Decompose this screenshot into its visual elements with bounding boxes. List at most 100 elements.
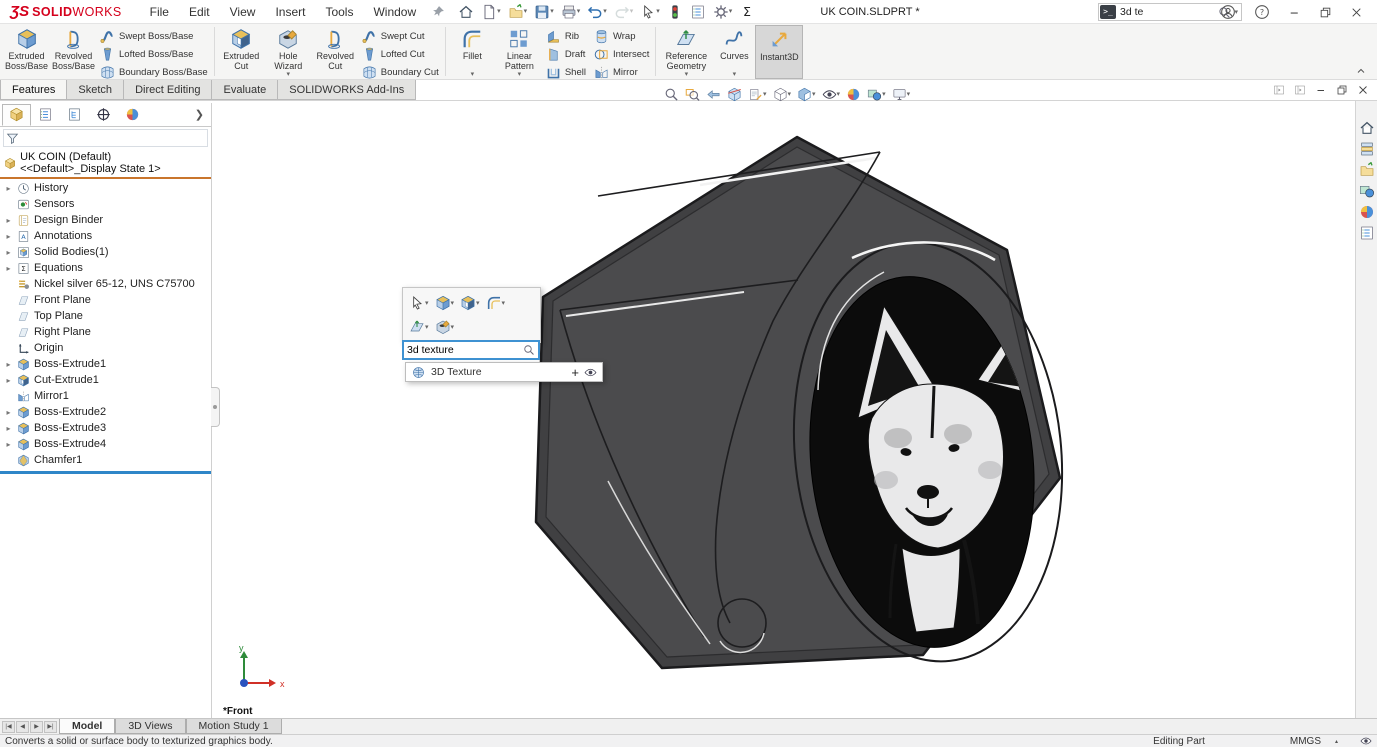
edit-appearance-icon[interactable] <box>845 86 862 103</box>
shortcut-search-input[interactable] <box>404 344 523 356</box>
menu-edit[interactable]: Edit <box>179 1 220 23</box>
view-orientation-icon[interactable]: ▾ <box>772 86 793 103</box>
displaymanager-tab[interactable] <box>118 104 147 126</box>
tab-evaluate[interactable]: Evaluate <box>211 80 277 100</box>
minimize-doc-icon[interactable] <box>1315 84 1327 96</box>
tree-item-equations[interactable]: ▸Equations <box>0 260 211 276</box>
print-button[interactable]: ▾ <box>558 2 584 22</box>
prev-tab-icon[interactable]: ◀ <box>16 721 29 733</box>
home-button[interactable] <box>455 2 477 22</box>
tree-item-cut-extrude1[interactable]: ▸Cut-Extrude1 <box>0 372 211 388</box>
shell-button[interactable]: Shell <box>543 65 589 80</box>
appearances-scenes-icon[interactable] <box>1357 203 1377 221</box>
tree-item-mirror1[interactable]: Mirror1 <box>0 388 211 404</box>
intersect-button[interactable]: Intersect <box>591 47 652 62</box>
tree-item-history[interactable]: ▸History <box>0 180 211 196</box>
restore-doc-icon[interactable] <box>1336 84 1348 96</box>
tree-item-design-binder[interactable]: ▸Design Binder <box>0 212 211 228</box>
file-explorer-icon[interactable] <box>1357 161 1377 179</box>
rollback-bar[interactable] <box>0 471 211 474</box>
select-tool-button[interactable]: ▾ <box>407 293 431 313</box>
revolved-cut-button[interactable]: Revolved Cut <box>312 25 359 79</box>
tab-3d-views[interactable]: 3D Views <box>115 719 185 734</box>
help-icon[interactable] <box>1248 2 1276 22</box>
command-search-input[interactable] <box>1116 6 1218 18</box>
expand-pane-icon[interactable] <box>1294 84 1306 96</box>
tree-item-boss-extrude4[interactable]: ▸Boss-Extrude4 <box>0 436 211 452</box>
next-tab-icon[interactable]: ▶ <box>30 721 43 733</box>
extruded-boss-shortcut-button[interactable]: ▾ <box>433 293 457 313</box>
login-icon[interactable] <box>1214 2 1242 22</box>
minimize-button[interactable] <box>1282 4 1307 21</box>
close-button[interactable] <box>1344 4 1369 21</box>
reference-geometry-shortcut-button[interactable]: ▾ <box>407 317 431 337</box>
collapse-pane-icon[interactable] <box>1273 84 1285 96</box>
save-button[interactable]: ▾ <box>531 2 557 22</box>
tab-direct-editing[interactable]: Direct Editing <box>123 80 211 100</box>
featuremanager-tab[interactable] <box>2 104 31 126</box>
menu-view[interactable]: View <box>220 1 266 23</box>
panel-splitter-handle[interactable] <box>211 387 220 427</box>
select-button[interactable]: ▾ <box>637 2 663 22</box>
menu-file[interactable]: File <box>140 1 179 23</box>
show-command-eye-icon[interactable] <box>584 366 597 379</box>
custom-properties-icon[interactable] <box>1357 224 1377 242</box>
collapse-ribbon-icon[interactable] <box>1355 65 1367 77</box>
undo-button[interactable]: ▾ <box>584 2 610 22</box>
swept-boss-base-button[interactable]: Swept Boss/Base <box>97 29 211 44</box>
extruded-cut-button[interactable]: Extruded Cut <box>218 25 265 79</box>
display-style-icon[interactable]: ▾ <box>796 86 817 103</box>
tab-motion-study-1[interactable]: Motion Study 1 <box>186 719 282 734</box>
search-result-3d-texture[interactable]: 3D Texture + <box>405 362 603 382</box>
view-palette-icon[interactable] <box>1357 182 1377 200</box>
graphics-area[interactable]: ❯ UK COIN (Default) <<Default>_Display S… <box>0 101 1377 718</box>
add-to-toolbar-icon[interactable]: + <box>571 366 579 379</box>
revolved-boss-base-button[interactable]: Revolved Boss/Base <box>50 25 97 79</box>
tree-filter-box[interactable] <box>3 129 208 147</box>
fillet-shortcut-button[interactable]: ▾ <box>484 293 508 313</box>
tree-item-solid-bodies[interactable]: ▸Solid Bodies(1) <box>0 244 211 260</box>
swept-cut-button[interactable]: Swept Cut <box>359 29 442 44</box>
draft-button[interactable]: Draft <box>543 47 589 62</box>
close-doc-icon[interactable] <box>1357 84 1369 96</box>
shortcut-search-box[interactable] <box>402 340 540 360</box>
menu-insert[interactable]: Insert <box>265 1 315 23</box>
linear-pattern-button[interactable]: Linear Pattern ▾ <box>496 25 543 79</box>
units-caret-icon[interactable]: ▴ <box>1335 738 1338 745</box>
tree-item-chamfer1[interactable]: Chamfer1 <box>0 452 211 468</box>
tree-item-sensors[interactable]: Sensors <box>0 196 211 212</box>
tree-item-boss-extrude3[interactable]: ▸Boss-Extrude3 <box>0 420 211 436</box>
fillet-button[interactable]: Fillet ▾ <box>449 25 496 79</box>
design-library-icon[interactable] <box>1357 140 1377 158</box>
new-document-button[interactable]: ▾ <box>478 2 504 22</box>
tab-model[interactable]: Model <box>59 719 115 734</box>
tree-item-annotations[interactable]: ▸Annotations <box>0 228 211 244</box>
curves-button[interactable]: Curves ▾ <box>713 25 755 79</box>
apply-scene-icon[interactable]: ▾ <box>866 86 887 103</box>
tree-item-origin[interactable]: Origin <box>0 340 211 356</box>
configurationmanager-tab[interactable] <box>60 104 89 126</box>
solidworks-resources-icon[interactable] <box>1357 119 1377 137</box>
lofted-cut-button[interactable]: Lofted Cut <box>359 47 442 62</box>
boundary-cut-button[interactable]: Boundary Cut <box>359 65 442 80</box>
redo-button[interactable]: ▾ <box>611 2 637 22</box>
tree-item-boss-extrude2[interactable]: ▸Boss-Extrude2 <box>0 404 211 420</box>
hide-show-items-icon[interactable]: ▾ <box>821 86 842 103</box>
tree-item-right-plane[interactable]: Right Plane <box>0 324 211 340</box>
hole-wizard-button[interactable]: Hole Wizard ▾ <box>265 25 312 79</box>
annotation-views-icon[interactable]: ▾ <box>747 86 768 103</box>
section-view-icon[interactable] <box>726 86 743 103</box>
propertymanager-tab[interactable] <box>31 104 60 126</box>
first-tab-icon[interactable]: |◀ <box>2 721 15 733</box>
tree-item-front-plane[interactable]: Front Plane <box>0 292 211 308</box>
menu-window[interactable]: Window <box>363 1 426 23</box>
view-settings-icon[interactable]: ▾ <box>891 86 912 103</box>
status-eye-icon[interactable] <box>1360 735 1372 747</box>
previous-view-icon[interactable] <box>705 86 722 103</box>
menu-tools[interactable]: Tools <box>315 1 363 23</box>
mirror-button[interactable]: Mirror <box>591 65 652 80</box>
tab-sketch[interactable]: Sketch <box>66 80 123 100</box>
tab-solidworks-add-ins[interactable]: SOLIDWORKS Add-Ins <box>277 80 416 100</box>
wrap-button[interactable]: Wrap <box>591 29 652 44</box>
boundary-boss-base-button[interactable]: Boundary Boss/Base <box>97 65 211 80</box>
